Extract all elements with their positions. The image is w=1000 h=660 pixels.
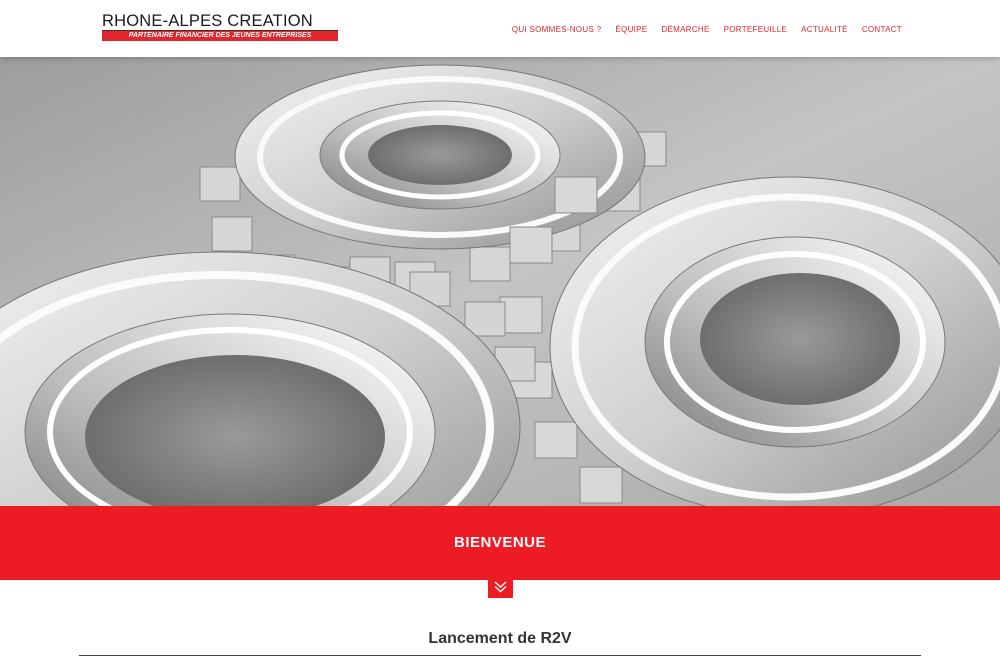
nav-item-equipe[interactable]: ÉQUIPE xyxy=(615,25,647,34)
main-nav: QUI SOMMES-NOUS ? ÉQUIPE DÉMARCHE PORTEF… xyxy=(498,25,902,34)
double-chevron-down-icon xyxy=(494,581,507,593)
logo-title: RHONE-ALPES CREATION xyxy=(102,12,313,30)
nav-item-contact[interactable]: CONTACT xyxy=(862,25,902,34)
welcome-banner: BIENVENUE xyxy=(0,506,1000,580)
gears-illustration xyxy=(0,57,1000,506)
nav-item-actualite[interactable]: ACTUALITÉ xyxy=(801,25,848,34)
logo-tagline: PARTENAIRE FINANCIER DES JEUNES ENTREPRI… xyxy=(102,31,338,41)
nav-item-demarche[interactable]: DÉMARCHE xyxy=(661,25,709,34)
site-logo[interactable]: RHONE-ALPES CREATION PARTENAIRE FINANCIE… xyxy=(102,12,338,42)
article-title: Lancement de R2V xyxy=(428,630,572,647)
scroll-down-button[interactable] xyxy=(488,578,513,598)
article-divider xyxy=(79,655,921,656)
nav-item-portefeuille[interactable]: PORTEFEUILLE xyxy=(724,25,787,34)
nav-item-qui-sommes-nous[interactable]: QUI SOMMES-NOUS ? xyxy=(512,25,602,34)
hero-image xyxy=(0,57,1000,506)
site-header: RHONE-ALPES CREATION PARTENAIRE FINANCIE… xyxy=(0,0,1000,57)
banner-title: BIENVENUE xyxy=(453,534,547,551)
